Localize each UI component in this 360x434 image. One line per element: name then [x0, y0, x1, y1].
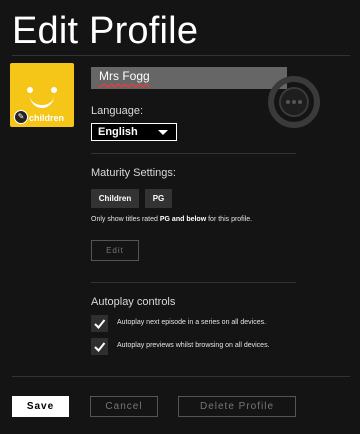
delete-profile-button[interactable]: Delete Profile	[178, 396, 296, 417]
maturity-note-suffix: for this profile.	[206, 216, 253, 223]
avatar-brand-label: children	[29, 113, 65, 123]
checkmark-icon	[94, 319, 106, 329]
avatar-smile	[30, 95, 54, 108]
maturity-chip-children: Children	[91, 189, 139, 208]
language-select[interactable]: English	[91, 123, 177, 141]
maturity-note-rating: PG and below	[159, 216, 207, 223]
profile-name-input[interactable]: Mrs Fogg	[91, 67, 287, 89]
cancel-button[interactable]: Cancel	[90, 396, 158, 417]
section-divider	[91, 282, 296, 283]
maturity-note-prefix: Only show titles rated	[91, 216, 160, 223]
autoplay-previews-text: Autoplay previews whilst browsing on all…	[117, 342, 270, 349]
page-title: Edit Profile	[12, 10, 199, 52]
pencil-icon[interactable]: ✎	[14, 110, 28, 124]
section-divider	[91, 153, 296, 154]
header-divider	[12, 55, 350, 56]
avatar-right-eye	[51, 87, 57, 93]
footer-divider	[12, 376, 350, 377]
avatar-left-eye	[27, 87, 33, 93]
maturity-chip-pg: PG	[145, 189, 172, 208]
kids-ring-icon	[268, 76, 320, 128]
autoplay-label: Autoplay controls	[91, 296, 176, 308]
language-label: Language:	[91, 105, 143, 117]
autoplay-next-text: Autoplay next episode in a series on all…	[117, 319, 267, 326]
profile-name-value: Mrs Fogg	[99, 69, 150, 83]
chevron-down-icon	[158, 130, 168, 135]
maturity-label: Maturity Settings:	[91, 167, 176, 179]
language-selected: English	[98, 126, 138, 138]
edit-maturity-button[interactable]: Edit	[91, 240, 139, 261]
autoplay-next-checkbox[interactable]	[91, 315, 108, 332]
save-button[interactable]: Save	[12, 396, 69, 417]
maturity-note: Only show titles rated PG and below for …	[91, 216, 252, 223]
checkmark-icon	[94, 342, 106, 352]
autoplay-previews-checkbox[interactable]	[91, 338, 108, 355]
